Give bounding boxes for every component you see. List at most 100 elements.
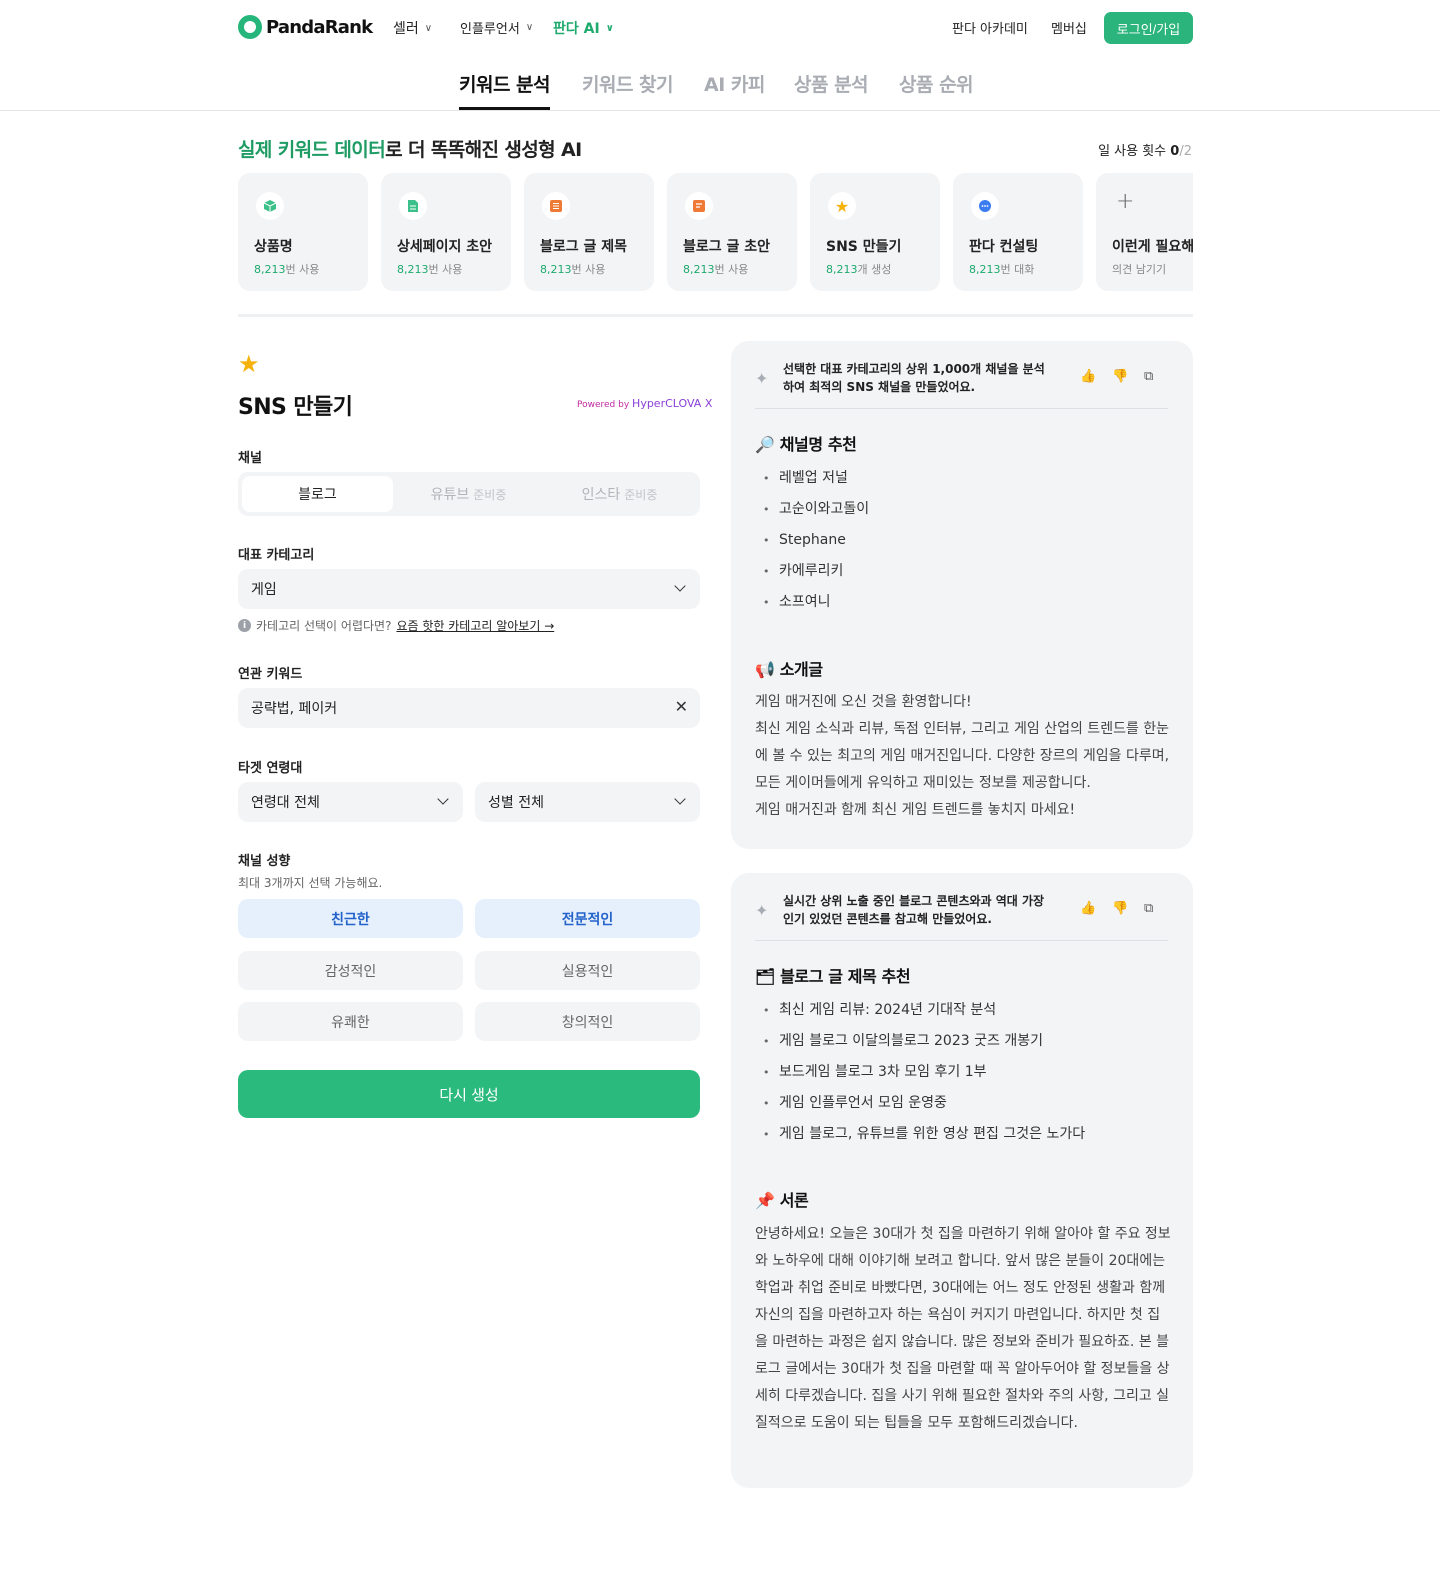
tone-chip-humorous[interactable]: 유쾌한 [238, 1002, 463, 1041]
nav-membership[interactable]: 멤버십 [1051, 18, 1087, 37]
tone-helper: 최대 3개까지 선택 가능해요. [238, 876, 383, 890]
tab-keyword-search[interactable]: 키워드 찾기 [582, 70, 674, 97]
tool-card-subtext: 의견 남기기 [1112, 263, 1167, 276]
tool-card-title: 상세페이지 초안 [397, 239, 493, 255]
blog-title-list: 최신 게임 리뷰: 2024년 기대작 분석 게임 블로그 이달의블로그 202… [763, 995, 1085, 1150]
chat-icon [971, 192, 999, 220]
tool-card-blog-title[interactable]: 블로그 글 제목 8,213번 사용 [524, 173, 654, 291]
tool-card-consulting[interactable]: 판다 컨설팅 8,213번 대화 [953, 173, 1083, 291]
preface-title-text: 서론 [779, 1191, 809, 1210]
tone-chip-friendly[interactable]: 친근한 [238, 899, 463, 938]
channel-option-youtube[interactable]: 유튜브 준비중 [393, 476, 544, 512]
nav-panda-ai-label: 판다 AI [553, 21, 600, 37]
tool-card-title: 상품명 [254, 239, 293, 255]
top-navigation-bar: PandaRank 셀러 ∨ 인플루언서 ∨ 판다 AI ∨ 판다 아카데미 멤버십 … [0, 0, 1440, 56]
regenerate-button[interactable]: 다시 생성 [238, 1070, 700, 1118]
tool-count-number: 8,213 [683, 263, 715, 276]
usage-count: 0 [1170, 144, 1180, 159]
page-headline: 실제 키워드 데이터로 더 똑똑해진 생성형 AI [238, 135, 582, 162]
helper-text: 카테고리 선택이 어렵다면? [256, 619, 392, 633]
tool-count-unit: 번 사용 [714, 263, 749, 276]
channel-name-list: 레벨업 저널 고순이와고돌이 Stephane 카에루리키 소프여니 [763, 463, 869, 618]
thumbs-up-icon[interactable]: 👍 [1080, 901, 1096, 916]
gender-select[interactable]: 성별 전체 [475, 782, 700, 822]
list-item: 카에루리키 [763, 556, 869, 587]
logo[interactable]: PandaRank [238, 15, 373, 39]
thumbs-down-icon[interactable]: 👎 [1112, 369, 1128, 384]
list-item: 레벨업 저널 [763, 463, 869, 494]
tool-count-unit: 번 사용 [428, 263, 463, 276]
tone-chip-emotional[interactable]: 감성적인 [238, 951, 463, 990]
tab-keyword-analysis[interactable]: 키워드 분석 [459, 70, 551, 97]
result-panel-sns: ✦ 선택한 대표 카테고리의 상위 1,000개 채널을 분석하여 최적의 SN… [731, 341, 1193, 849]
age-select[interactable]: 연령대 전체 [238, 782, 463, 822]
list-item: 최신 게임 리뷰: 2024년 기대작 분석 [763, 995, 1085, 1026]
tool-card-count: 8,213번 사용 [397, 261, 462, 277]
nav-seller-label: 셀러 [393, 21, 419, 37]
tone-chip-practical[interactable]: 실용적인 [475, 951, 700, 990]
tool-card-title: 블로그 글 초안 [683, 239, 771, 255]
main-tabs: 키워드 분석 키워드 찾기 AI 카피 상품 분석 상품 순위 [0, 56, 1440, 111]
gender-value: 성별 전체 [488, 795, 544, 811]
tool-card-blog-draft[interactable]: 블로그 글 초안 8,213번 사용 [667, 173, 797, 291]
nav-influencer[interactable]: 인플루언서 ∨ [460, 18, 533, 37]
channel-option-label: 인스타 [581, 487, 621, 503]
tone-chip-creative[interactable]: 창의적인 [475, 1002, 700, 1041]
nav-influencer-label: 인플루언서 [460, 22, 520, 37]
copy-icon[interactable]: ⧉ [1144, 369, 1153, 384]
category-label: 대표 카테고리 [238, 548, 315, 563]
nav-seller[interactable]: 셀러 ∨ [393, 18, 432, 38]
channel-name-section-title: 🔎 채널명 추천 [755, 431, 857, 455]
tool-card-sns[interactable]: ★ SNS 만들기 8,213개 생성 [810, 173, 940, 291]
tool-count-unit: 번 사용 [571, 263, 606, 276]
chevron-down-icon [437, 793, 449, 805]
tone-chip-professional[interactable]: 전문적인 [475, 899, 700, 938]
tab-product-analysis[interactable]: 상품 분석 [794, 70, 869, 97]
logo-text: PandaRank [266, 16, 373, 38]
thumbs-down-icon[interactable]: 👎 [1112, 901, 1128, 916]
login-signup-button[interactable]: 로그인/가입 [1104, 12, 1193, 44]
tool-card-detail-page[interactable]: 상세페이지 초안 8,213번 사용 [381, 173, 511, 291]
chevron-down-icon: ∨ [424, 22, 433, 34]
tool-card-suggest[interactable]: + 이런게 필요해요 의견 남기기 [1096, 173, 1193, 291]
clear-icon[interactable]: ✕ [675, 697, 688, 716]
category-helper: i 카테고리 선택이 어렵다면? 요즘 핫한 카테고리 알아보기 → [238, 617, 554, 634]
list-item: 게임 블로그 이달의블로그 2023 굿즈 개봉기 [763, 1026, 1085, 1057]
tool-count-number: 8,213 [969, 263, 1001, 276]
tool-count-number: 8,213 [826, 263, 858, 276]
chevron-down-icon: ∨ [525, 22, 534, 33]
headline-rest: 로 더 똑똑해진 생성형 AI [385, 139, 582, 161]
category-select[interactable]: 게임 [238, 569, 700, 609]
tool-count-unit: 개 생성 [857, 263, 892, 276]
coming-soon-tag: 준비중 [473, 487, 507, 502]
result-panel-description: 선택한 대표 카테고리의 상위 1,000개 채널을 분석하여 최적의 SNS … [783, 362, 1045, 394]
tool-card-title: SNS 만들기 [826, 239, 902, 255]
form-title: SNS 만들기 [238, 395, 353, 420]
copy-icon[interactable]: ⧉ [1144, 901, 1153, 916]
hot-category-link[interactable]: 요즘 핫한 카테고리 알아보기 → [396, 617, 554, 634]
tool-count-unit: 번 사용 [285, 263, 320, 276]
result-panel-description: 실시간 상위 노출 중인 블로그 콘텐츠와과 역대 가장 인기 있었던 콘텐츠를… [783, 894, 1045, 926]
preface-paragraph: 안녕하세요! 오늘은 30대가 첫 집을 마련하기 위해 알아야 할 주요 정보… [755, 1226, 1171, 1431]
tool-count-number: 8,213 [397, 263, 429, 276]
keyword-input[interactable]: 공략법, 페이커 ✕ [238, 688, 700, 728]
tool-card-count: 8,213개 생성 [826, 261, 891, 277]
usage-max: /2 [1179, 144, 1192, 159]
tab-product-ranking[interactable]: 상품 순위 [899, 70, 974, 97]
channel-option-blog[interactable]: 블로그 [242, 476, 393, 512]
channel-option-label: 유튜브 [430, 487, 470, 503]
preface-section-title: 📌 서론 [755, 1187, 809, 1211]
result-panel-blog: ✦ 실시간 상위 노출 중인 블로그 콘텐츠와과 역대 가장 인기 있었던 콘텐… [731, 873, 1193, 1488]
channel-option-instagram[interactable]: 인스타 준비중 [544, 476, 695, 512]
info-icon: i [238, 619, 251, 632]
nav-panda-ai[interactable]: 판다 AI ∨ [553, 18, 614, 38]
document-icon [399, 192, 427, 220]
thumbs-up-icon[interactable]: 👍 [1080, 369, 1096, 384]
tool-count-number: 8,213 [254, 263, 286, 276]
tool-card-product-name[interactable]: 상품명 8,213번 사용 [238, 173, 368, 291]
nav-academy[interactable]: 판다 아카데미 [952, 18, 1028, 37]
powered-brand: HyperCLOVA X [632, 397, 713, 410]
folder-icon: 🗂 [755, 967, 775, 986]
tab-ai-copy[interactable]: AI 카피 [704, 70, 765, 97]
note-icon [685, 192, 713, 220]
